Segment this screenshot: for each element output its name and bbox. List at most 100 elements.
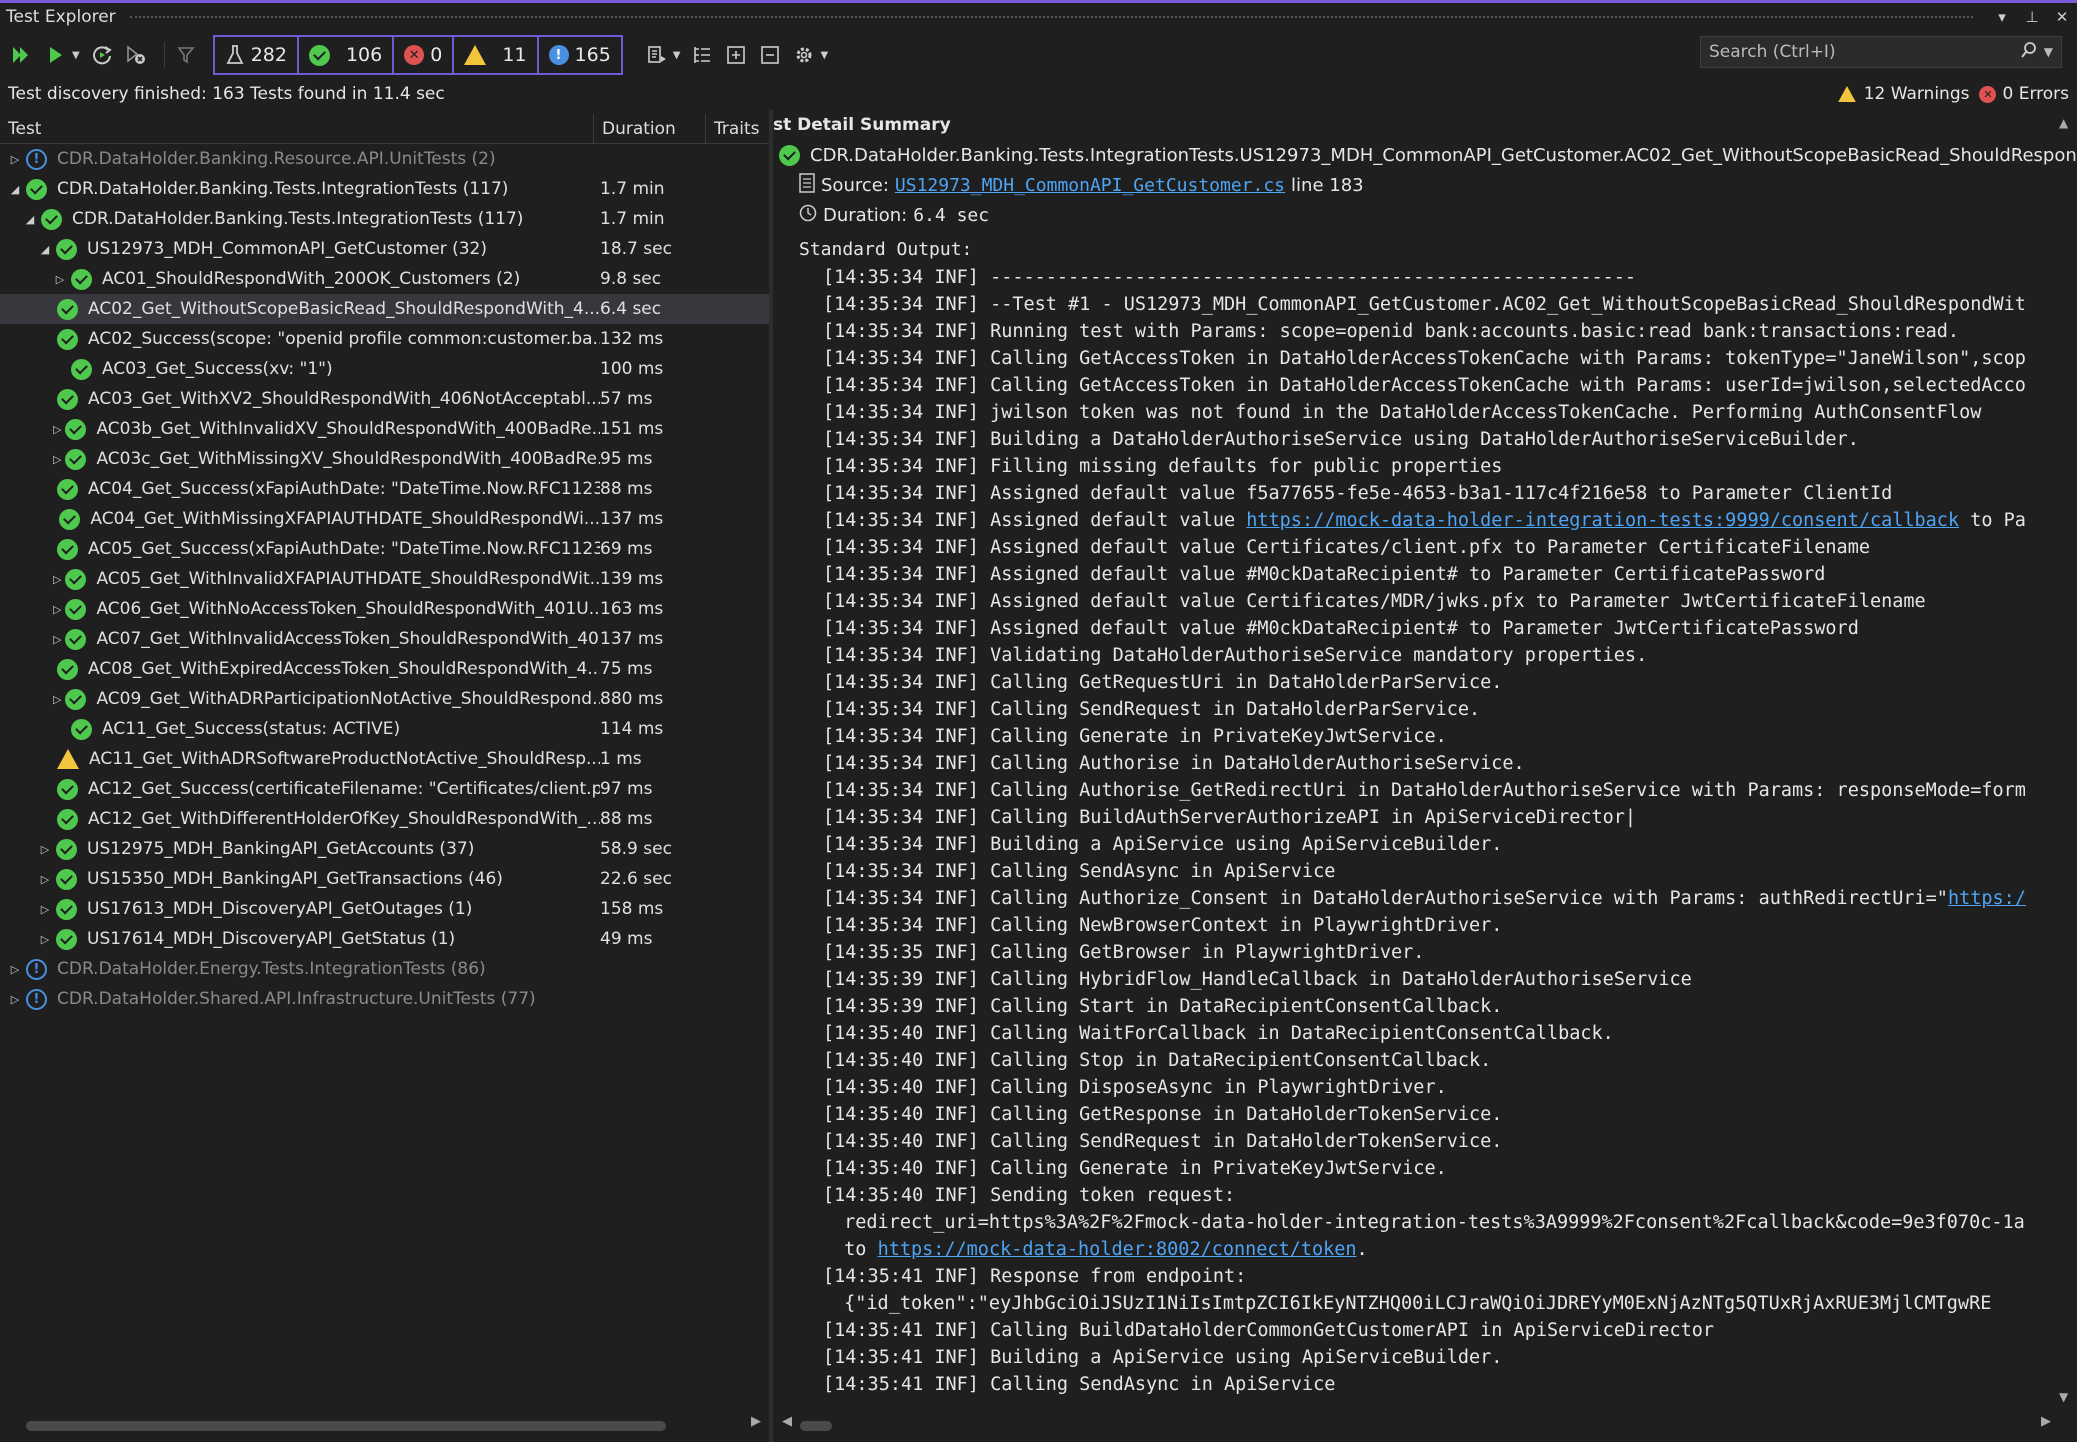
- tree-row-name-cell: AC12_Get_WithDifferentHolderOfKey_Should…: [0, 808, 600, 830]
- group-by-icon[interactable]: [688, 39, 716, 71]
- run-icon[interactable]: [42, 39, 70, 71]
- expand-arrow-icon[interactable]: ▷: [8, 993, 22, 1006]
- tree-scroll-thumb[interactable]: [26, 1421, 666, 1431]
- tree-row[interactable]: AC04_Get_WithMissingXFAPIAUTHDATE_Should…: [0, 504, 769, 534]
- column-header-duration[interactable]: Duration: [594, 114, 706, 143]
- tree-row[interactable]: ▷ US17613_MDH_DiscoveryAPI_GetOutages (1)…: [0, 894, 769, 924]
- tree-row-name-cell: ▷ CDR.DataHolder.Banking.Resource.API.Uni…: [0, 148, 600, 170]
- tree-horizontal-scrollbar[interactable]: ▶: [0, 1412, 769, 1438]
- playlist-dropdown-icon[interactable]: ▼: [673, 50, 681, 61]
- collapse-arrow-icon[interactable]: ◢: [8, 183, 22, 196]
- standard-output-log[interactable]: [14:35:34 INF] -------------------------…: [773, 260, 2049, 1398]
- test-duration: 114 ms: [600, 719, 664, 739]
- search-input[interactable]: Search (Ctrl+I) ▼: [1700, 36, 2062, 68]
- passed-tests-filter[interactable]: 106: [299, 37, 395, 73]
- tree-row[interactable]: AC03_Get_Success(xv: "1") 100 ms: [0, 354, 769, 384]
- column-header-test[interactable]: Test: [0, 114, 594, 143]
- warnings-filter[interactable]: 11: [454, 37, 539, 73]
- tree-row[interactable]: ▷ AC03b_Get_WithInvalidXV_ShouldRespondWi…: [0, 414, 769, 444]
- tree-row[interactable]: ▷ AC09_Get_WithADRParticipationNotActive_…: [0, 684, 769, 714]
- expand-arrow-icon[interactable]: ▷: [38, 873, 52, 886]
- tree-row[interactable]: ▷ AC01_ShouldRespondWith_200OK_Customers …: [0, 264, 769, 294]
- tree-row[interactable]: AC12_Get_Success(certificateFilename: "C…: [0, 774, 769, 804]
- expand-all-icon[interactable]: [722, 39, 750, 71]
- passed-icon: [41, 208, 62, 230]
- scroll-up-arrow-icon[interactable]: ▲: [2059, 116, 2068, 130]
- search-icon[interactable]: [2020, 41, 2038, 64]
- test-name: CDR.DataHolder.Banking.Tests.Integration…: [72, 209, 524, 229]
- close-icon[interactable]: ✕: [2047, 8, 2077, 26]
- rerun-failed-icon[interactable]: [88, 39, 116, 71]
- tree-row[interactable]: AC11_Get_Success(status: ACTIVE) 114 ms: [0, 714, 769, 744]
- expand-arrow-icon[interactable]: ▷: [8, 153, 22, 166]
- playlist-icon[interactable]: [643, 39, 671, 71]
- title-drag-area[interactable]: [129, 16, 1973, 18]
- expand-arrow-icon[interactable]: ▷: [38, 843, 52, 856]
- expand-arrow-icon[interactable]: ▷: [53, 603, 61, 616]
- collapse-arrow-icon[interactable]: ◢: [38, 243, 52, 256]
- detail-vertical-scrollbar[interactable]: ▲ ▼: [2055, 110, 2077, 1410]
- warnings-summary[interactable]: 12 Warnings: [1836, 84, 1969, 104]
- passed-icon: [65, 688, 87, 710]
- log-line: [14:35:39 INF] Calling Start in DataReci…: [823, 993, 2049, 1020]
- expand-arrow-icon[interactable]: ▷: [53, 273, 67, 286]
- expand-arrow-icon[interactable]: ▷: [53, 573, 61, 586]
- cancel-run-icon[interactable]: [122, 39, 150, 71]
- tree-row[interactable]: ▷ AC03c_Get_WithMissingXV_ShouldRespondWi…: [0, 444, 769, 474]
- settings-gear-icon[interactable]: [790, 39, 818, 71]
- tree-row[interactable]: ◢ US12973_MDH_CommonAPI_GetCustomer (32) 1…: [0, 234, 769, 264]
- tree-row[interactable]: ▷ AC06_Get_WithNoAccessToken_ShouldRespon…: [0, 594, 769, 624]
- expand-arrow-icon[interactable]: ▷: [53, 693, 61, 706]
- expand-arrow-icon[interactable]: ▷: [38, 933, 52, 946]
- tree-row[interactable]: AC02_Get_WithoutScopeBasicRead_ShouldRes…: [0, 294, 769, 324]
- log-link[interactable]: https://mock-data-holder-integration-tes…: [1246, 510, 1959, 531]
- tree-row[interactable]: AC04_Get_Success(xFapiAuthDate: "DateTim…: [0, 474, 769, 504]
- tree-row[interactable]: ▷ AC05_Get_WithInvalidXFAPIAUTHDATE_Shoul…: [0, 564, 769, 594]
- column-header-traits[interactable]: Traits: [706, 114, 769, 143]
- detail-horizontal-scrollbar[interactable]: ◀ ▶: [780, 1412, 2055, 1438]
- not-run-tests-filter[interactable]: ! 165: [539, 37, 621, 73]
- scroll-right-arrow-icon[interactable]: ▶: [2041, 1414, 2051, 1429]
- source-file-link[interactable]: US12973_MDH_CommonAPI_GetCustomer.cs: [895, 175, 1285, 196]
- tree-row[interactable]: AC05_Get_Success(xFapiAuthDate: "DateTim…: [0, 534, 769, 564]
- expand-arrow-icon[interactable]: ▷: [53, 423, 61, 436]
- tree-row[interactable]: ◢ CDR.DataHolder.Banking.Tests.Integratio…: [0, 174, 769, 204]
- tree-row[interactable]: ▷ CDR.DataHolder.Energy.Tests.Integration…: [0, 954, 769, 984]
- failed-tests-filter[interactable]: ✕ 0: [394, 37, 455, 73]
- scroll-left-arrow-icon[interactable]: ◀: [782, 1414, 792, 1429]
- tree-row[interactable]: AC03_Get_WithXV2_ShouldRespondWith_406No…: [0, 384, 769, 414]
- collapse-all-icon[interactable]: [756, 39, 784, 71]
- tree-row[interactable]: ▷ US17614_MDH_DiscoveryAPI_GetStatus (1) 4…: [0, 924, 769, 954]
- expand-arrow-icon[interactable]: ▷: [53, 453, 61, 466]
- expand-arrow-icon[interactable]: ▷: [8, 963, 22, 976]
- pin-icon[interactable]: ⊥: [2017, 8, 2047, 26]
- run-all-icon[interactable]: [8, 39, 36, 71]
- tree-row[interactable]: ▷ US15350_MDH_BankingAPI_GetTransactions …: [0, 864, 769, 894]
- expand-arrow-icon[interactable]: ▷: [38, 903, 52, 916]
- tree-row[interactable]: AC11_Get_WithADRSoftwareProductNotActive…: [0, 744, 769, 774]
- test-duration: 88 ms: [600, 809, 653, 829]
- settings-dropdown-icon[interactable]: ▼: [820, 50, 828, 61]
- scroll-right-arrow-icon[interactable]: ▶: [751, 1414, 761, 1429]
- collapse-arrow-icon[interactable]: ◢: [23, 213, 37, 226]
- expand-arrow-icon[interactable]: ▷: [53, 633, 61, 646]
- passed-icon: [71, 718, 92, 740]
- run-dropdown-icon[interactable]: ▼: [72, 50, 80, 61]
- log-link[interactable]: https://mock-data-holder:8002/connect/to…: [878, 1239, 1357, 1260]
- tree-row[interactable]: AC02_Success(scope: "openid profile comm…: [0, 324, 769, 354]
- tree-row[interactable]: ◢ CDR.DataHolder.Banking.Tests.Integratio…: [0, 204, 769, 234]
- tree-row[interactable]: AC12_Get_WithDifferentHolderOfKey_Should…: [0, 804, 769, 834]
- detail-scroll-thumb[interactable]: [800, 1421, 832, 1431]
- log-link[interactable]: https:/: [1948, 888, 2026, 909]
- errors-summary[interactable]: ✕ 0 Errors: [1979, 84, 2069, 104]
- tree-row[interactable]: ▷ CDR.DataHolder.Banking.Resource.API.Uni…: [0, 144, 769, 174]
- window-options-icon[interactable]: ▾: [1987, 8, 2017, 26]
- tree-row[interactable]: ▷ CDR.DataHolder.Shared.API.Infrastructur…: [0, 984, 769, 1014]
- scroll-down-arrow-icon[interactable]: ▼: [2059, 1390, 2068, 1404]
- tree-row[interactable]: ▷ AC07_Get_WithInvalidAccessToken_ShouldR…: [0, 624, 769, 654]
- filter-icon[interactable]: [173, 39, 201, 71]
- tree-row[interactable]: ▷ US12975_MDH_BankingAPI_GetAccounts (37)…: [0, 834, 769, 864]
- search-options-dropdown-icon[interactable]: ▼: [2044, 45, 2053, 59]
- total-tests-filter[interactable]: 282: [215, 37, 299, 73]
- tree-row[interactable]: AC08_Get_WithExpiredAccessToken_ShouldRe…: [0, 654, 769, 684]
